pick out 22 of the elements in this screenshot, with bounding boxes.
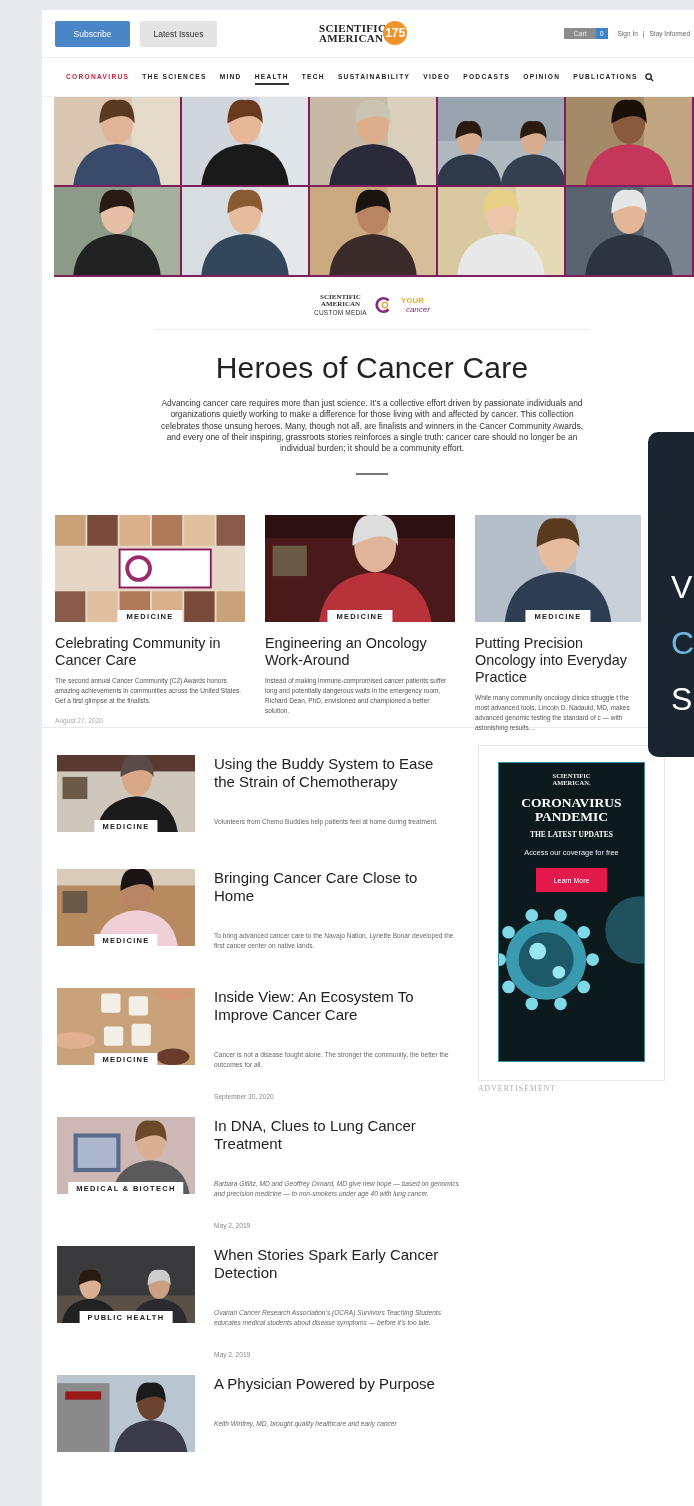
article-title[interactable]: Celebrating Community in Cancer Care [55,635,245,670]
partner-logo-text: cancer [405,305,430,314]
latest-issues-button[interactable]: Latest Issues [140,20,217,47]
ad-headline: PANDEMIC [533,810,610,825]
article-title[interactable]: In DNA, Clues to Lung Cancer Treatment [214,1117,446,1154]
intro-paragraph: Advancing cancer care requires more than just science. It’s a collective effort driven by passionate individuals and organizations quietly working to make a difference for those living with and affected by cancer. This collection celebrates those unsung heroes. Many, though not all, are finalists and winners in the Cancer Community Awards, and every one of their inspiring, grassroots stories reinforces a single truth: cancer care should no longer be an individual burden; it should be a community effort. [160,398,584,455]
article-title[interactable]: Engineering an Oncology Work-Around [265,635,455,670]
popup-text: C [671,624,694,663]
article-title[interactable]: Bringing Cancer Care Close to Home [214,869,446,906]
logo-text: AMERICAN [319,33,384,43]
article-title[interactable]: A Physician Powered by Purpose [214,1375,446,1394]
article-title[interactable]: Putting Precision Oncology into Everyday Practice [475,635,641,687]
article-title[interactable]: Using the Buddy System to Ease the Strain of Chemotherapy [214,755,446,792]
partner-logo-text: YOUR [400,296,426,305]
search-icon[interactable] [644,72,654,82]
ad-headline: CORONAVIRUS [521,796,622,811]
article-title[interactable]: Inside View: An Ecosystem To Improve Cancer Care [214,988,446,1025]
popup-text: V [671,568,694,607]
popup-text: S [671,680,694,719]
subscribe-button[interactable]: Subscribe [55,20,130,47]
article-title[interactable]: When Stories Spark Early Cancer Detection [214,1246,446,1283]
page-title: Heroes of Cancer Care [215,350,529,386]
